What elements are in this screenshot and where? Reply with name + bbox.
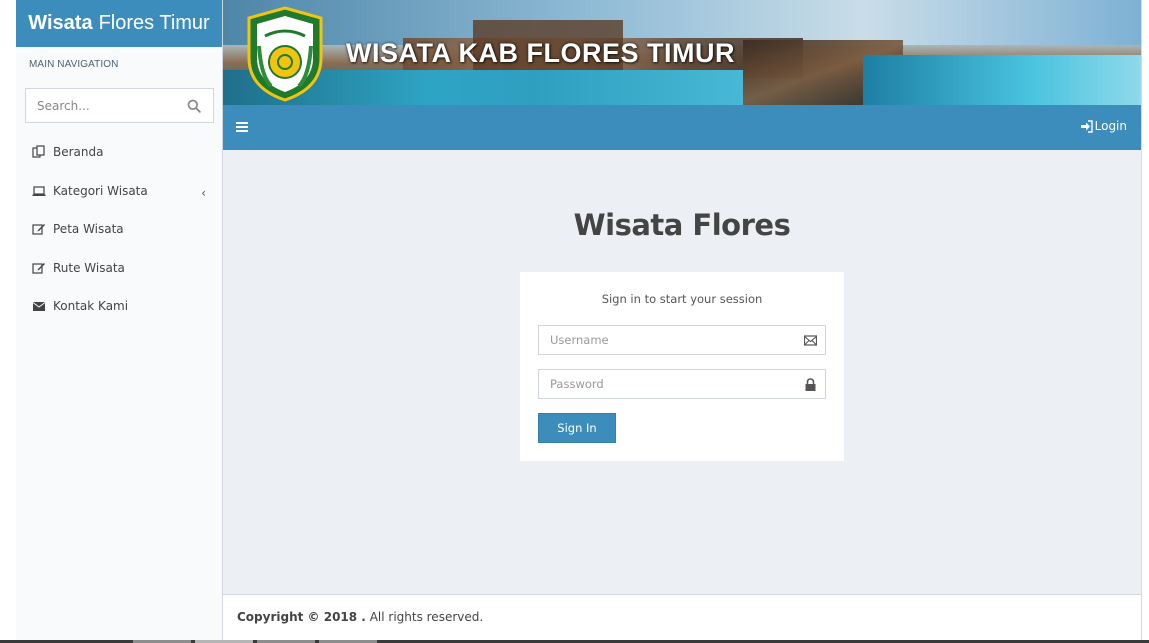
password-field: [538, 369, 826, 399]
login-box: Sign in to start your session Sign In: [520, 272, 844, 461]
sidebar-item-label: Rute Wisata: [53, 260, 125, 275]
chevron-left-icon: ‹: [201, 185, 206, 200]
banner-title: WISATA KAB FLORES TIMUR: [346, 38, 735, 68]
sidebar: Wisata Flores Timur MAIN NAVIGATION Bera…: [16, 0, 223, 640]
envelope-icon: [804, 335, 817, 346]
sidebar-menu: Beranda Kategori Wisata ‹ Peta Wisata Ru…: [16, 133, 222, 326]
sidebar-item-peta-wisata[interactable]: Peta Wisata: [16, 210, 222, 249]
files-icon: [32, 145, 45, 158]
sign-in-button[interactable]: Sign In: [538, 413, 616, 443]
flores-timur-emblem-icon: [247, 6, 323, 102]
sidebar-item-label: Kontak Kami: [53, 299, 129, 314]
envelope-icon: [32, 302, 46, 312]
copyright-text: Copyright © 2018 .: [237, 610, 366, 624]
sidebar-item-label: Beranda: [53, 145, 104, 160]
window-frame-left: [0, 0, 16, 643]
login-link[interactable]: Login: [1080, 119, 1127, 133]
search-icon[interactable]: [187, 99, 201, 113]
edit-icon: [32, 224, 45, 235]
username-input[interactable]: [539, 326, 789, 354]
window-frame-right: [1141, 0, 1149, 643]
sidebar-search: [25, 88, 214, 123]
rights-text: All rights reserved.: [369, 610, 484, 624]
header-banner: WISATA KAB FLORES TIMUR: [223, 0, 1141, 105]
password-input[interactable]: [539, 370, 789, 398]
sidebar-item-label: Peta Wisata: [53, 222, 124, 237]
login-label: Login: [1094, 119, 1127, 133]
sidebar-item-kategori-wisata[interactable]: Kategori Wisata ‹: [16, 172, 222, 211]
edit-icon: [32, 262, 45, 274]
search-input[interactable]: [26, 98, 176, 113]
page-title: Wisata Flores: [573, 208, 791, 242]
top-navbar: Login: [223, 105, 1141, 150]
sidebar-item-kontak-kami[interactable]: Kontak Kami: [16, 287, 222, 326]
sidebar-item-label: Kategori Wisata: [53, 183, 148, 198]
hamburger-menu-icon[interactable]: [235, 120, 249, 134]
sign-in-icon: [1080, 119, 1093, 133]
lock-icon: [805, 378, 816, 391]
laptop-icon: [32, 186, 46, 196]
brand-logo[interactable]: Wisata Flores Timur: [16, 0, 222, 47]
brand-rest: Flores Timur: [98, 12, 210, 34]
main-content: Wisata Flores Sign in to start your sess…: [223, 150, 1141, 594]
footer: Copyright © 2018 . All rights reserved.: [223, 594, 1141, 640]
sidebar-item-rute-wisata[interactable]: Rute Wisata: [16, 249, 222, 288]
login-box-message: Sign in to start your session: [601, 292, 763, 306]
brand-bold: Wisata: [28, 12, 93, 34]
username-field: [538, 325, 826, 355]
main-navigation-header: MAIN NAVIGATION: [29, 59, 119, 70]
sidebar-item-beranda[interactable]: Beranda: [16, 133, 222, 172]
